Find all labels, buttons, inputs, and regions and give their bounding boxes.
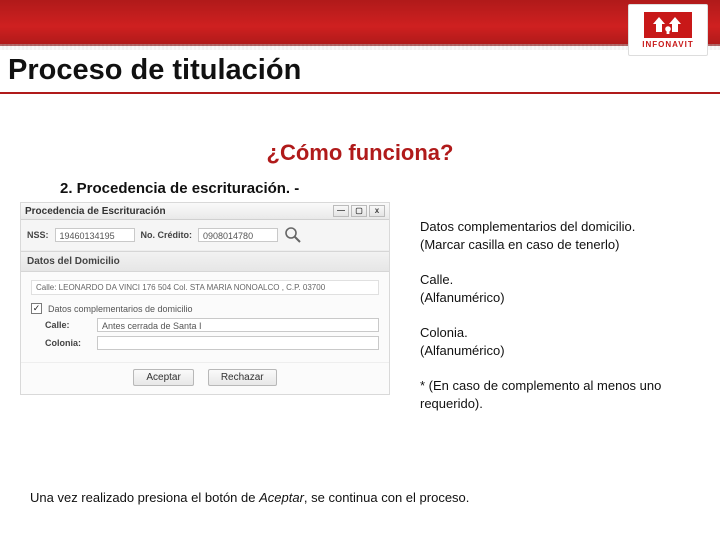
credito-field[interactable]: 0908014780 xyxy=(198,228,278,242)
escrituracion-dialog: Procedencia de Escrituración — ▢ x NSS: … xyxy=(20,202,390,395)
complemento-row: ✓ Datos complementarios de domicilio xyxy=(31,303,379,314)
complemento-label: Datos complementarios de domicilio xyxy=(48,304,193,314)
desc-datos-complementarios: Datos complementarios del domicilio. (Ma… xyxy=(420,218,698,253)
colonia-input[interactable] xyxy=(97,336,379,350)
maximize-button[interactable]: ▢ xyxy=(351,205,367,217)
footer-instruction: Una vez realizado presiona el botón de A… xyxy=(30,490,690,505)
section-heading: ¿Cómo funciona? xyxy=(0,140,720,166)
desc-colonia: Colonia. (Alfanumérico) xyxy=(420,324,698,359)
complemento-checkbox[interactable]: ✓ xyxy=(31,303,42,314)
step-heading: 2. Procedencia de escrituración. - xyxy=(60,180,299,197)
colonia-label: Colonia: xyxy=(45,338,91,348)
brand-name: INFONAVIT xyxy=(642,40,694,49)
desc-line: * (En caso de complemento al menos uno r… xyxy=(420,377,698,412)
reject-button[interactable]: Rechazar xyxy=(208,369,277,386)
desc-line: (Alfanumérico) xyxy=(420,289,698,307)
minimize-button[interactable]: — xyxy=(333,205,349,217)
id-row: NSS: 19460134195 No. Crédito: 0908014780 xyxy=(21,220,389,251)
page-title: Proceso de titulación xyxy=(8,54,301,87)
close-button[interactable]: x xyxy=(369,205,385,217)
footer-em: Aceptar xyxy=(259,490,304,505)
accept-button[interactable]: Aceptar xyxy=(133,369,193,386)
search-icon[interactable] xyxy=(284,226,302,244)
brand-logo: INFONAVIT xyxy=(628,4,708,56)
calle-label: Calle: xyxy=(45,320,91,330)
desc-requerido: * (En caso de complemento al menos uno r… xyxy=(420,377,698,412)
window-controls: — ▢ x xyxy=(333,205,385,217)
credito-label: No. Crédito: xyxy=(141,230,193,240)
desc-line: (Alfanumérico) xyxy=(420,342,698,360)
calle-input[interactable]: Antes cerrada de Santa I xyxy=(97,318,379,332)
desc-line: Calle. xyxy=(420,271,698,289)
description-column: Datos complementarios del domicilio. (Ma… xyxy=(420,218,698,430)
dialog-titlebar: Procedencia de Escrituración — ▢ x xyxy=(21,203,389,220)
dialog-buttons: Aceptar Rechazar xyxy=(21,362,389,394)
topbar-shade xyxy=(0,44,720,50)
footer-post: , se continua con el proceso. xyxy=(304,490,470,505)
infonavit-logo-icon xyxy=(644,12,692,38)
desc-line: Datos complementarios del domicilio. xyxy=(420,218,698,236)
desc-calle: Calle. (Alfanumérico) xyxy=(420,271,698,306)
colonia-row: Colonia: xyxy=(45,336,379,350)
nss-field[interactable]: 19460134195 xyxy=(55,228,135,242)
desc-line: (Marcar casilla en caso de tenerlo) xyxy=(420,236,698,254)
brand-topbar xyxy=(0,0,720,46)
nss-label: NSS: xyxy=(27,230,49,240)
footer-pre: Una vez realizado presiona el botón de xyxy=(30,490,259,505)
domicilio-section-body: Calle: LEONARDO DA VINCI 176 504 Col. ST… xyxy=(21,272,389,362)
title-underline xyxy=(0,92,720,94)
domicilio-section-head: Datos del Domicilio xyxy=(21,251,389,272)
desc-line: Colonia. xyxy=(420,324,698,342)
calle-row: Calle: Antes cerrada de Santa I xyxy=(45,318,379,332)
dialog-title: Procedencia de Escrituración xyxy=(25,206,166,217)
address-display: Calle: LEONARDO DA VINCI 176 504 Col. ST… xyxy=(31,280,379,295)
